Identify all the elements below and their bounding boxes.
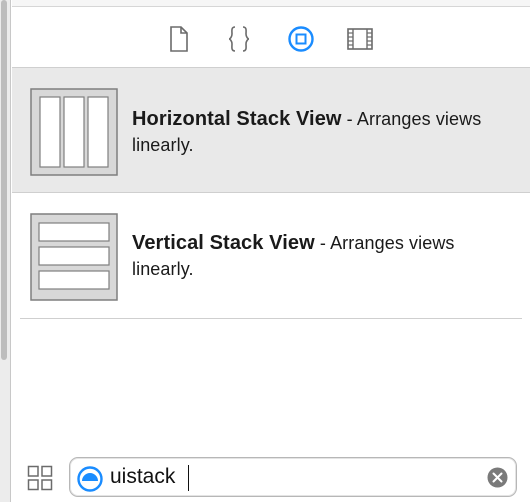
item-divider bbox=[20, 318, 522, 319]
library-item-description: Horizontal Stack View - Arranges views l… bbox=[132, 106, 512, 158]
media-library-icon[interactable] bbox=[346, 25, 374, 53]
file-template-icon[interactable] bbox=[165, 25, 193, 53]
library-item-title: Vertical Stack View bbox=[132, 232, 315, 254]
scrollbar-thumb[interactable] bbox=[1, 0, 7, 360]
grid-view-icon[interactable] bbox=[27, 465, 53, 496]
library-item-horizontal-stack-view[interactable]: Horizontal Stack View - Arranges views l… bbox=[12, 68, 530, 192]
object-library-icon[interactable] bbox=[287, 25, 315, 53]
library-item-description: Vertical Stack View - Arranges views lin… bbox=[132, 230, 512, 282]
clear-search-icon[interactable] bbox=[487, 467, 508, 488]
inspector-top-strip bbox=[12, 0, 530, 7]
left-panel-edge bbox=[0, 0, 11, 502]
library-toolbar bbox=[12, 7, 530, 67]
text-caret bbox=[188, 465, 189, 491]
library-item-title: Horizontal Stack View bbox=[132, 108, 342, 130]
library-item-separator: - bbox=[314, 233, 331, 253]
filter-bar bbox=[12, 452, 530, 502]
filter-icon[interactable] bbox=[77, 466, 103, 497]
horizontal-stack-view-icon bbox=[30, 88, 118, 181]
filter-field[interactable] bbox=[69, 457, 517, 497]
library-item-separator: - bbox=[341, 109, 357, 129]
library-item-vertical-stack-view[interactable]: Vertical Stack View - Arranges views lin… bbox=[12, 193, 530, 317]
filter-input[interactable] bbox=[110, 463, 470, 491]
vertical-stack-view-icon bbox=[30, 213, 118, 306]
code-snippet-icon[interactable] bbox=[225, 25, 253, 53]
